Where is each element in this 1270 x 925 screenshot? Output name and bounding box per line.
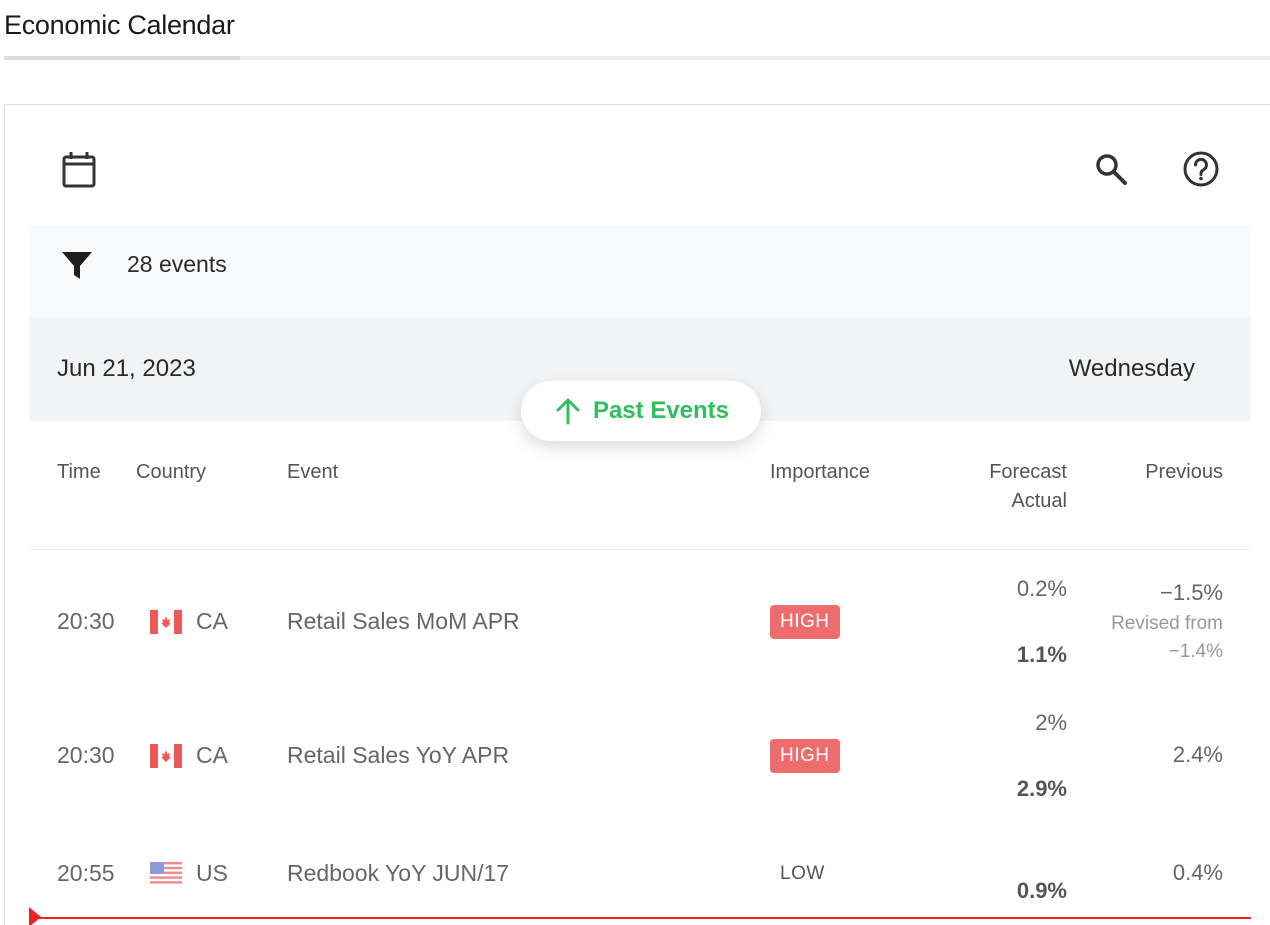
- page-title-tab[interactable]: Economic Calendar: [4, 10, 235, 41]
- us-flag-icon: [150, 862, 182, 886]
- header-event: Event: [287, 461, 339, 483]
- canada-flag-icon: [150, 610, 182, 634]
- table-row[interactable]: 20:30 CA Retail Sales YoY APR HIGH 2% 2.…: [29, 684, 1251, 818]
- header-previous: Previous: [1145, 461, 1223, 483]
- table-row[interactable]: 20:55 US Redbook YoY JUN/17 LOW 0.9% 0.4…: [29, 818, 1251, 925]
- row-previous: 2.4%: [1172, 742, 1223, 767]
- row-actual: 1.1%: [1016, 642, 1067, 667]
- row-event[interactable]: Redbook YoY JUN/17: [287, 860, 509, 887]
- row-previous: −1.5%: [1160, 580, 1223, 605]
- tab-active-indicator: [4, 56, 240, 60]
- row-country: US: [196, 860, 228, 886]
- importance-badge: HIGH: [770, 739, 840, 773]
- past-events-label: Past Events: [592, 397, 730, 424]
- row-time: 20:55: [57, 860, 115, 886]
- table-row[interactable]: 20:30 CA Retail Sales MoM APR HIGH 0.2% …: [29, 550, 1251, 684]
- row-country: CA: [196, 742, 228, 768]
- help-button[interactable]: [1179, 147, 1223, 191]
- header-country: Country: [136, 461, 207, 483]
- help-circle-icon: [1183, 151, 1219, 187]
- row-time: 20:30: [57, 608, 115, 634]
- revised-label: Revised from: [1111, 613, 1223, 634]
- importance-badge: LOW: [780, 863, 825, 884]
- arrow-up-icon: [556, 398, 580, 425]
- weekday-label: Wednesday: [1068, 355, 1195, 382]
- row-event[interactable]: Retail Sales YoY APR: [287, 742, 509, 769]
- header-forecast: Forecast: [989, 461, 1067, 483]
- header-time: Time: [57, 461, 101, 483]
- row-event[interactable]: Retail Sales MoM APR: [287, 608, 520, 635]
- row-previous: 0.4%: [1172, 860, 1223, 885]
- search-icon: [1096, 154, 1127, 185]
- past-events-button[interactable]: Past Events: [521, 381, 761, 441]
- row-actual: 2.9%: [1016, 776, 1067, 801]
- canada-flag-icon: [150, 744, 182, 768]
- current-time-line: [29, 917, 1251, 919]
- row-forecast: 0.2%: [1016, 576, 1067, 601]
- calendar-icon: [62, 152, 96, 188]
- header-importance: Importance: [770, 461, 871, 483]
- importance-badge: HIGH: [770, 605, 840, 639]
- row-actual: 0.9%: [1016, 878, 1067, 903]
- search-button[interactable]: [1089, 147, 1133, 191]
- row-forecast: 2%: [1035, 710, 1067, 735]
- calendar-panel: 28 events Jun 21, 2023 Wednesday Time Co…: [4, 104, 1270, 925]
- events-count: 28 events: [127, 251, 227, 277]
- header-actual: Actual: [1011, 490, 1067, 512]
- row-country: CA: [196, 608, 228, 634]
- events-table: Time Country Event Importance Forecast A…: [29, 421, 1251, 925]
- calendar-button[interactable]: [57, 147, 101, 191]
- current-time-marker: [29, 907, 41, 925]
- revised-value: −1.4%: [1168, 641, 1223, 662]
- date-label: Jun 21, 2023: [57, 355, 196, 382]
- filter-bar: 28 events: [29, 225, 1251, 317]
- row-time: 20:30: [57, 742, 115, 768]
- filter-funnel-icon[interactable]: [59, 247, 95, 283]
